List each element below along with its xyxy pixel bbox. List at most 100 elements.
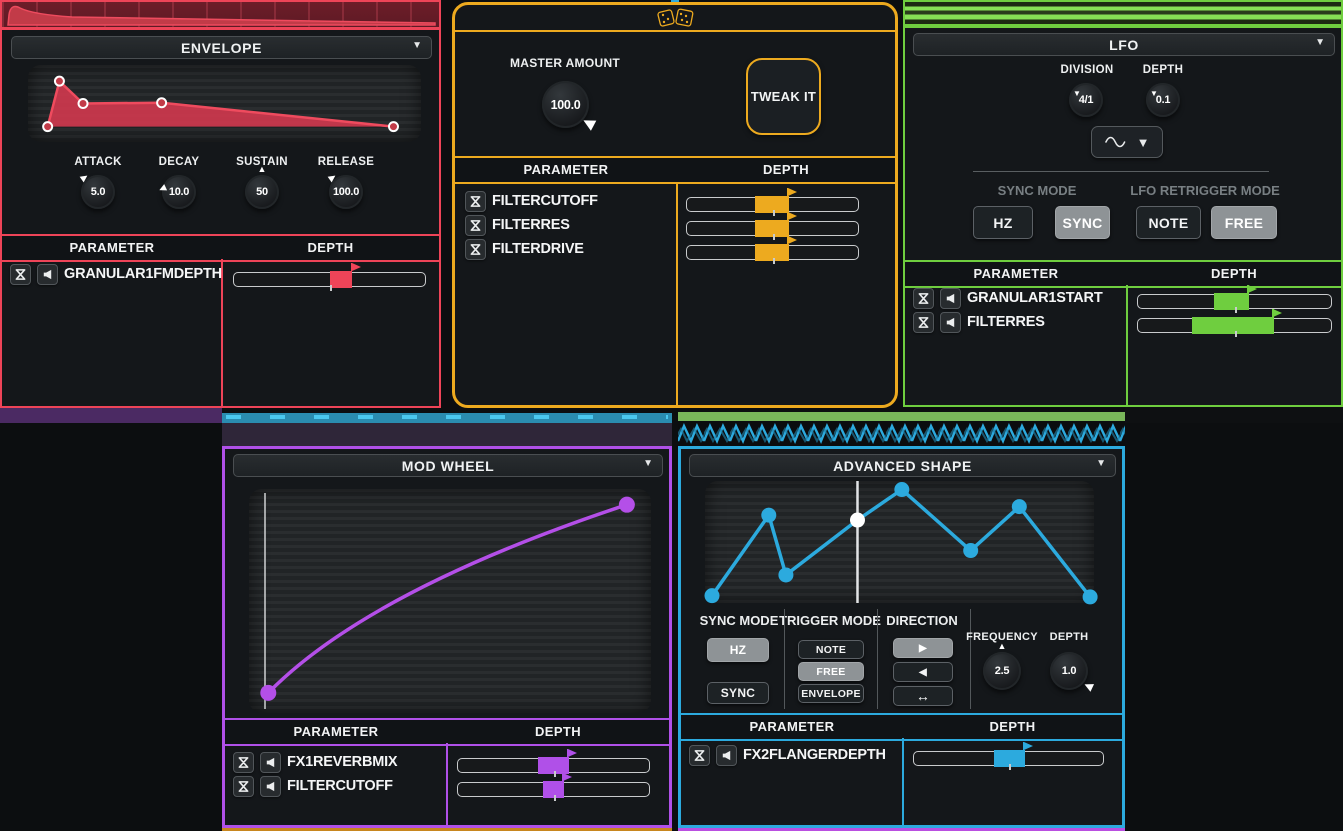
advshape-header[interactable]: ADVANCED SHAPE ▼ (689, 454, 1116, 477)
envelope-header[interactable]: ENVELOPE ▼ (11, 36, 432, 59)
remove-icon[interactable] (233, 776, 254, 797)
chevron-down-icon[interactable]: ▼ (1096, 459, 1106, 469)
tweak-it-label: TWEAK IT (751, 89, 816, 104)
slider-center-tick (330, 285, 332, 291)
trigger-note-button[interactable]: NOTE (798, 640, 864, 659)
envelope-curve[interactable] (28, 65, 421, 142)
slider-center-tick (554, 795, 556, 801)
attack-knob[interactable]: ▶ 5.0 (81, 175, 115, 209)
group-separator (970, 609, 971, 709)
table-row: FILTERRES (913, 312, 1045, 332)
slider-track[interactable] (1137, 318, 1332, 333)
speaker-icon[interactable] (716, 745, 737, 766)
sync-mode-hz-button[interactable]: HZ (973, 206, 1033, 239)
depth-slider[interactable] (686, 237, 859, 261)
randomizer-header[interactable] (455, 5, 895, 32)
depth-slider[interactable] (1137, 286, 1332, 310)
direction-pingpong-button[interactable]: ↔ (893, 686, 953, 706)
tweak-it-button[interactable]: TWEAK IT (746, 58, 821, 135)
depth-slider[interactable] (686, 213, 859, 237)
lfo-header[interactable]: LFO ▼ (913, 33, 1335, 56)
decay-knob[interactable]: ◀ 10.0 (162, 175, 196, 209)
trigger-envelope-button[interactable]: ENVELOPE (798, 684, 864, 703)
depth-slider[interactable] (1137, 310, 1332, 334)
depth-slider[interactable] (686, 189, 859, 213)
table-row: FILTERDRIVE (465, 239, 584, 259)
remove-icon[interactable] (10, 264, 31, 285)
slider-track[interactable] (457, 758, 650, 773)
direction-backward-button[interactable]: ◀ (893, 662, 953, 682)
modwheel-editor[interactable] (249, 489, 651, 713)
depth-slider[interactable] (457, 774, 650, 798)
shape-sync-sync-button[interactable]: SYNC (707, 682, 769, 704)
knob-pointer-icon: ▲ (998, 642, 1007, 651)
direction-label: DIRECTION (886, 613, 958, 628)
remove-icon[interactable] (465, 239, 486, 260)
chevron-down-icon[interactable]: ▼ (412, 41, 422, 51)
sync-mode-label: SYNC MODE (700, 613, 779, 628)
envelope-table-header: PARAMETER DEPTH (2, 234, 439, 262)
slider-range-block[interactable] (330, 271, 353, 288)
slider-track[interactable] (686, 245, 859, 260)
parameter-header: PARAMETER (905, 262, 1127, 286)
modwheel-header[interactable]: MOD WHEEL ▼ (233, 454, 663, 477)
modwheel-curve[interactable] (249, 489, 651, 713)
slider-flag-icon (351, 263, 361, 272)
speaker-icon[interactable] (260, 776, 281, 797)
depth-slider[interactable] (233, 264, 426, 288)
slider-track[interactable] (913, 751, 1104, 766)
remove-icon[interactable] (465, 191, 486, 212)
remove-icon[interactable] (689, 745, 710, 766)
remove-icon[interactable] (913, 288, 934, 309)
slider-track[interactable] (1137, 294, 1332, 309)
shape-sync-hz-button[interactable]: HZ (707, 638, 769, 662)
lfo-depth-knob[interactable]: ▼ 0.1 (1146, 83, 1180, 117)
chevron-down-icon[interactable]: ▼ (1315, 38, 1325, 48)
sync-mode-sync-button[interactable]: SYNC (1055, 206, 1110, 239)
release-knob[interactable]: ▶ 100.0 (329, 175, 363, 209)
division-knob[interactable]: ▼ 4/1 (1069, 83, 1103, 117)
parameter-header: PARAMETER (455, 158, 677, 182)
slider-track[interactable] (233, 272, 426, 287)
lfo-title: LFO (1109, 37, 1139, 53)
envelope-editor[interactable] (28, 65, 421, 142)
table-row: GRANULAR1FMDEPTH (10, 264, 222, 284)
knob-pointer-icon: ▲ (258, 165, 267, 174)
group-separator (877, 609, 878, 709)
advshape-curve[interactable] (705, 481, 1094, 603)
advshape-editor[interactable] (705, 481, 1094, 603)
sustain-knob[interactable]: ▲ 50 (245, 175, 279, 209)
modwheel-top-teal-bar (222, 413, 672, 423)
retrigger-free-button[interactable]: FREE (1211, 206, 1277, 239)
speaker-icon[interactable] (940, 312, 961, 333)
slider-track[interactable] (686, 197, 859, 212)
slider-track[interactable] (686, 221, 859, 236)
depth-slider[interactable] (913, 743, 1104, 767)
slider-flag-icon (787, 188, 797, 197)
direction-forward-button[interactable]: ▶ (893, 638, 953, 658)
slider-range-block[interactable] (1214, 293, 1249, 310)
remove-icon[interactable] (233, 752, 254, 773)
speaker-icon[interactable] (940, 288, 961, 309)
decay-label: DECAY (159, 156, 200, 168)
release-label: RELEASE (318, 156, 374, 168)
depth-slider[interactable] (457, 750, 650, 774)
speaker-icon[interactable] (260, 752, 281, 773)
slider-range-block[interactable] (1192, 317, 1274, 334)
retrigger-note-button[interactable]: NOTE (1136, 206, 1201, 239)
randomizer-panel: MASTER AMOUNT ◀ 100.0 TWEAK IT PARAMETER… (452, 2, 898, 408)
waveform-selector[interactable]: ▼ (1091, 126, 1163, 158)
lfo-table-header: PARAMETER DEPTH (905, 260, 1341, 288)
trigger-free-button[interactable]: FREE (798, 662, 864, 681)
lfo-top-band (903, 0, 1343, 26)
remove-icon[interactable] (465, 215, 486, 236)
speaker-icon[interactable] (37, 264, 58, 285)
attack-label: ATTACK (74, 156, 121, 168)
slider-track[interactable] (457, 782, 650, 797)
frequency-knob[interactable]: ▲ 2.5 (983, 652, 1021, 690)
shape-depth-knob[interactable]: ◀ 1.0 (1050, 652, 1088, 690)
remove-icon[interactable] (913, 312, 934, 333)
chevron-down-icon[interactable]: ▼ (643, 459, 653, 469)
master-amount-knob[interactable]: ◀ 100.0 (542, 81, 589, 128)
envelope-title: ENVELOPE (181, 40, 262, 56)
